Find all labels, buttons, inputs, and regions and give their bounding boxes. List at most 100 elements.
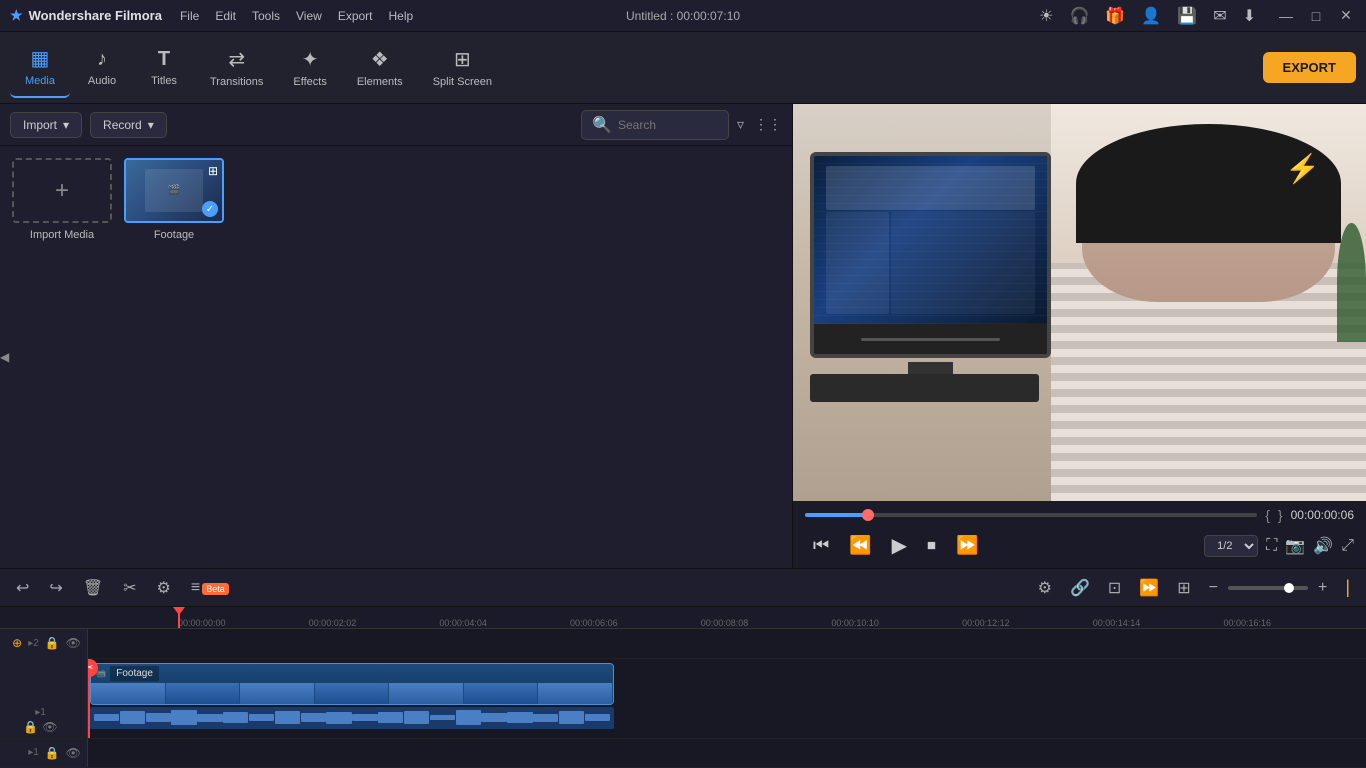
redo-button[interactable]: ↪	[43, 574, 68, 602]
save-icon[interactable]: 💾	[1177, 6, 1197, 26]
cut-button[interactable]: ✂	[117, 574, 142, 602]
gift-icon[interactable]: 🎁	[1105, 6, 1125, 26]
track-v2-body	[88, 629, 1366, 658]
filter-icon[interactable]: ▿	[737, 116, 744, 133]
menu-tools[interactable]: Tools	[252, 9, 280, 23]
track-v2-header: ⊕ ▸2 🔒 👁	[0, 629, 88, 658]
chevron-down-icon: ▾	[63, 118, 69, 132]
menu-view[interactable]: View	[296, 9, 322, 23]
elements-label: Elements	[357, 76, 403, 88]
timeline: ↩ ↪ 🗑 ✂ ⚙ ≡Beta ⚙ 🔗 ⊡ ⏩ ⊞ − + |	[0, 568, 1366, 768]
download-icon[interactable]: ⬇	[1243, 6, 1256, 26]
title-center: Untitled : 00:00:07:10	[626, 9, 740, 23]
sun-icon[interactable]: ☀	[1039, 6, 1053, 26]
audio-clip[interactable]	[90, 707, 614, 729]
zoom-in-button[interactable]: +	[1312, 575, 1333, 601]
toolbar-effects[interactable]: ✦ Effects	[279, 38, 340, 98]
search-input[interactable]	[618, 118, 718, 132]
progress-handle[interactable]	[862, 509, 874, 521]
video-clip[interactable]: 📹 Footage	[90, 663, 614, 705]
quality-select[interactable]: 1/2	[1204, 535, 1258, 557]
toolbar-audio[interactable]: ♪ Audio	[72, 38, 132, 98]
headphone-icon[interactable]: 🎧	[1070, 6, 1090, 26]
user-icon[interactable]: 👤	[1141, 6, 1161, 26]
app-name: Wondershare Filmora	[29, 8, 162, 23]
track-lower-eye-icon[interactable]: 👁	[66, 746, 81, 760]
close-button[interactable]: ✕	[1336, 6, 1356, 26]
footage-media-item[interactable]: 🎬 ⊞ ✓ Footage	[124, 158, 224, 241]
menu-help[interactable]: Help	[389, 9, 414, 23]
settings-icon[interactable]: ⚙	[1032, 574, 1058, 602]
stop-button[interactable]: ⏹	[919, 531, 944, 560]
maximize-button[interactable]: □	[1306, 6, 1326, 26]
ruler-mark-8: 00:00:16:16	[1223, 618, 1271, 628]
audio-detach-icon[interactable]: 🔗	[1064, 574, 1096, 602]
zoom-out-button[interactable]: −	[1203, 575, 1224, 601]
mail-icon[interactable]: ✉	[1213, 6, 1226, 26]
grid-icon: ⊞	[208, 164, 218, 178]
ruler-mark-1: 00:00:02:02	[309, 618, 357, 628]
record-dropdown[interactable]: Record ▾	[90, 112, 167, 138]
grid-view-icon[interactable]: ⋮⋮	[754, 116, 782, 133]
clip-frames	[91, 683, 613, 704]
import-dropdown[interactable]: Import ▾	[10, 112, 82, 138]
track-lock-icon[interactable]: 🔒	[45, 636, 60, 650]
undo-button[interactable]: ↩	[10, 574, 35, 602]
footage-label: Footage	[154, 229, 194, 241]
menu-edit[interactable]: Edit	[215, 9, 236, 23]
app-logo: ★ Wondershare Filmora	[10, 7, 162, 24]
screenshot-icon[interactable]: 📷	[1285, 536, 1305, 556]
speed-icon[interactable]: ⏩	[1133, 574, 1165, 602]
footage-thumbnail[interactable]: 🎬 ⊞ ✓	[124, 158, 224, 223]
expand-icon[interactable]: ⤢	[1341, 537, 1354, 555]
track-add-icon[interactable]: ⊕	[12, 636, 22, 650]
toolbar-split-screen[interactable]: ⊞ Split Screen	[419, 38, 506, 98]
import-media-label: Import Media	[30, 229, 94, 241]
chevron-down-icon: ▾	[148, 118, 154, 132]
clip-label: Footage	[110, 666, 159, 681]
skip-back-button[interactable]: ⏮	[805, 531, 837, 560]
timeline-tracks: ⊕ ▸2 🔒 👁 ▸1 🔒 👁	[0, 629, 1366, 768]
toolbar-titles[interactable]: T Titles	[134, 38, 194, 98]
ruler-marks: 00:00:00:00 00:00:02:02 00:00:04:04 00:0…	[178, 607, 1366, 628]
ruler-mark-3: 00:00:06:06	[570, 618, 618, 628]
crop-icon[interactable]: ⊡	[1102, 574, 1127, 602]
frame-back-button[interactable]: ⏪	[841, 531, 879, 560]
track-lower-lock-icon[interactable]: 🔒	[45, 746, 60, 760]
import-media-item[interactable]: + Import Media	[12, 158, 112, 241]
import-media-box[interactable]: +	[12, 158, 112, 223]
export-button[interactable]: EXPORT	[1263, 52, 1356, 83]
transition-add-icon[interactable]: ⊞	[1171, 574, 1196, 602]
beta-button[interactable]: ≡Beta	[185, 575, 235, 601]
plus-icon: +	[55, 177, 69, 205]
track-v1-lock-icon[interactable]: 🔒	[23, 720, 38, 734]
panel-left-arrow[interactable]: ◀	[0, 350, 9, 364]
zoom-slider[interactable]	[1228, 586, 1308, 590]
delete-button[interactable]: 🗑	[77, 574, 109, 602]
track-eye-icon[interactable]: 👁	[66, 636, 81, 650]
play-button[interactable]: ▶	[884, 529, 915, 562]
adjust-button[interactable]: ⚙	[151, 574, 177, 602]
toolbar-elements[interactable]: ❖ Elements	[343, 38, 417, 98]
toolbar-transitions[interactable]: ⇄ Transitions	[196, 38, 277, 98]
bracket-right[interactable]: }	[1278, 507, 1283, 523]
title-bar-right: ☀ 🎧 🎁 👤 💾 ✉ ⬇ — □ ✕	[1039, 6, 1356, 26]
progress-bar[interactable]	[805, 513, 1257, 517]
media-content: + Import Media 🎬 ⊞ ✓	[0, 146, 792, 568]
minimize-button[interactable]: —	[1276, 6, 1296, 26]
track-v1-eye-icon[interactable]: 👁	[42, 720, 57, 734]
menu-file[interactable]: File	[180, 9, 199, 23]
timeline-settings-button[interactable]: |	[1339, 573, 1356, 602]
track-v1: ▸1 🔒 👁 ✂ 📹 Footage	[0, 659, 1366, 739]
check-icon: ✓	[202, 201, 218, 217]
frame-forward-button[interactable]: ⏩	[948, 531, 986, 560]
volume-icon[interactable]: 🔊	[1313, 536, 1333, 556]
bracket-left[interactable]: {	[1265, 507, 1270, 523]
playhead-ruler	[178, 607, 180, 628]
menu-export[interactable]: Export	[338, 9, 373, 23]
toolbar-media[interactable]: ▦ Media	[10, 38, 70, 98]
timeline-toolbar: ↩ ↪ 🗑 ✂ ⚙ ≡Beta ⚙ 🔗 ⊡ ⏩ ⊞ − + |	[0, 569, 1366, 607]
media-toolbar-icons: ▿ ⋮⋮	[737, 116, 782, 133]
fullscreen-icon[interactable]: ⛶	[1266, 537, 1277, 555]
split-screen-icon: ⊞	[454, 47, 471, 72]
